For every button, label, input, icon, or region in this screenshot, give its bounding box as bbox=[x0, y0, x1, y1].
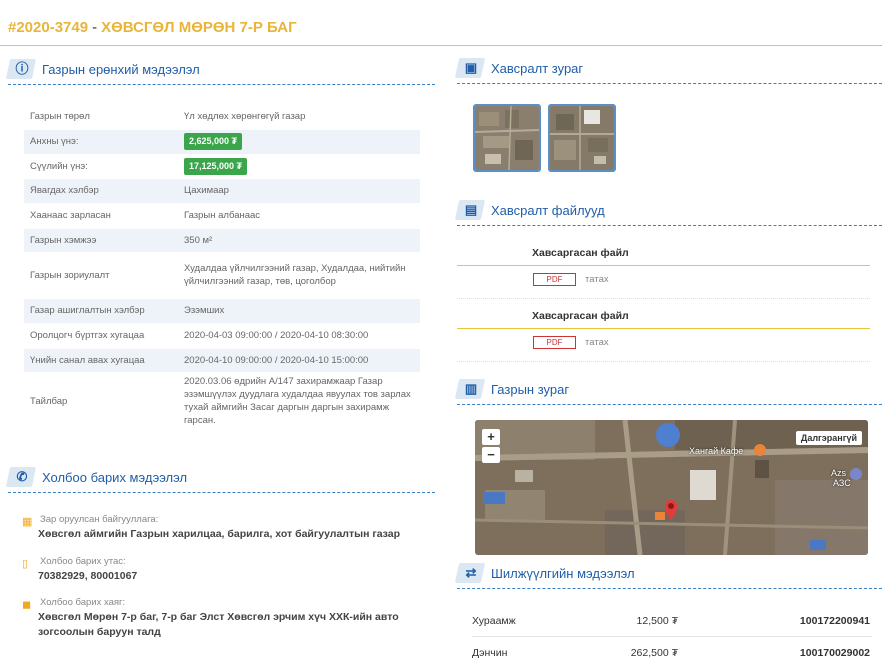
address-label: Холбоо барих хаяг: bbox=[40, 597, 126, 608]
table-row: Анхны үнэ: 2,625,000 ₮ bbox=[24, 129, 420, 155]
map-icon: ▥ bbox=[464, 381, 478, 396]
table-row: Үнийн санал авах хугацаа 2020-04-10 09:00… bbox=[24, 348, 420, 373]
download-link[interactable]: татах bbox=[585, 337, 609, 348]
row-key: Үнийн санал авах хугацаа bbox=[24, 348, 178, 373]
row-key: Газрын зориулалт bbox=[24, 252, 178, 299]
divider bbox=[457, 298, 870, 299]
transfer-row: Хураамж 12,500 ₮ 100172200941 bbox=[472, 607, 872, 637]
row-key: Анхны үнэ: bbox=[24, 129, 178, 155]
table-row: Хаанаас зарласан Газрын албанаас bbox=[24, 203, 420, 229]
table-row: Сүүлийн үнэ: 17,125,000 ₮ bbox=[24, 154, 420, 179]
attached-files-header: ▤ Хавсралт файлууд bbox=[454, 200, 882, 226]
table-row: Оролцогч бүртгэх хугацаа 2020-04-03 09:00… bbox=[24, 323, 420, 349]
map-place-label: АЗС bbox=[833, 478, 851, 488]
table-row: Газрын хэмжээ 350 м² bbox=[24, 228, 420, 253]
pdf-badge: PDF bbox=[533, 336, 576, 349]
zoom-in-button[interactable]: + bbox=[482, 429, 500, 445]
row-value: Үл хөдлөх хөрөнгөгүй газар bbox=[178, 105, 420, 130]
pin-icon: ◼ bbox=[22, 599, 32, 611]
map-type-button[interactable]: Далгэрангүй bbox=[795, 431, 862, 445]
row-key: Явагдах хэлбэр bbox=[24, 178, 178, 204]
image-icon: ▣ bbox=[464, 60, 478, 75]
map-place-label: Хангай Кафе bbox=[689, 446, 744, 456]
general-info-header: ⓘ Газрын ерөнхий мэдээлэл bbox=[5, 59, 435, 85]
org-label: Зар оруулсан байгууллага: bbox=[40, 514, 159, 525]
transfer-title: Шилжүүлгийн мэдээлэл bbox=[491, 566, 635, 581]
attached-images-header: ▣ Хавсралт зураг bbox=[454, 58, 882, 84]
row-value: Газрын албанаас bbox=[178, 203, 420, 229]
transfer-name: Хураамж bbox=[472, 615, 516, 627]
satellite-image bbox=[475, 106, 539, 170]
pdf-badge: PDF bbox=[533, 273, 576, 286]
row-value: Эзэмших bbox=[178, 298, 420, 324]
transfer-icon: ⇄ bbox=[465, 565, 477, 580]
row-key: Газар ашиглалтын хэлбэр bbox=[24, 298, 178, 324]
download-link[interactable]: татах bbox=[585, 274, 609, 285]
map-header: ▥ Газрын зураг bbox=[454, 379, 882, 405]
initial-price-badge: 2,625,000 ₮ bbox=[184, 133, 243, 150]
mobile-icon: ▯ bbox=[22, 558, 29, 570]
page-header: #2020-3749- ХӨВСГӨЛ МӨРӨН 7-Р БАГ bbox=[0, 0, 882, 46]
phone-value: 70382929, 80001067 bbox=[38, 570, 138, 582]
attachment-thumbnail[interactable] bbox=[548, 104, 616, 172]
row-key: Газрын төрөл bbox=[24, 105, 178, 130]
row-value: 2020-04-03 09:00:00 / 2020-04-10 08:30:0… bbox=[178, 323, 420, 349]
attachment-thumbnail[interactable] bbox=[473, 104, 541, 172]
transfer-row: Дэнчин 262,500 ₮ 100170029002 bbox=[472, 639, 872, 663]
transfer-name: Дэнчин bbox=[472, 647, 508, 659]
transfer-account: 100170029002 bbox=[799, 647, 870, 659]
row-key: Оролцогч бүртгэх хугацаа bbox=[24, 323, 178, 349]
transfer-account: 100172200941 bbox=[799, 615, 870, 627]
file-title: Хавсаргасан файл bbox=[532, 310, 629, 322]
table-row: Газрын төрөл Үл хөдлөх хөрөнгөгүй газар bbox=[24, 105, 420, 130]
land-map[interactable]: + − Далгэрангүй Хангай Кафе Azs АЗС bbox=[475, 420, 868, 555]
row-value: Худалдаа үйлчилгээний газар, Худалдаа, н… bbox=[178, 252, 420, 299]
map-title: Газрын зураг bbox=[491, 382, 570, 397]
row-value: 2020.03.06 өдрийн А/147 захирамжаар Газа… bbox=[178, 372, 420, 431]
table-row: Явагдах хэлбэр Цахимаар bbox=[24, 178, 420, 204]
divider bbox=[457, 361, 870, 362]
file-divider bbox=[457, 265, 870, 266]
file-title: Хавсаргасан файл bbox=[532, 247, 629, 259]
last-price-badge: 17,125,000 ₮ bbox=[184, 157, 248, 175]
row-value: 2020-04-10 09:00:00 / 2020-04-10 15:00:0… bbox=[178, 348, 420, 373]
row-key: Сүүлийн үнэ: bbox=[24, 154, 178, 179]
transfer-amount: 262,500 ₮ bbox=[630, 647, 678, 659]
address-value: Хөвсгөл Мөрөн 7-р баг, 7-р баг Элст Хөвс… bbox=[38, 611, 399, 638]
contact-header: ✆ Холбоо барих мэдээлэл bbox=[5, 467, 435, 493]
auction-location: ХӨВСГӨЛ МӨРӨН 7-Р БАГ bbox=[101, 19, 297, 36]
table-row: Газар ашиглалтын хэлбэр Эзэмших bbox=[24, 298, 420, 324]
transfer-amount: 12,500 ₮ bbox=[636, 615, 678, 627]
table-row: Газрын зориулалт Худалдаа үйлчилгээний га… bbox=[24, 252, 420, 299]
info-icon: ⓘ bbox=[15, 61, 29, 76]
zoom-out-button[interactable]: − bbox=[482, 447, 500, 463]
auction-code: #2020-3749 bbox=[8, 19, 89, 36]
contact-title: Холбоо барих мэдээлэл bbox=[42, 470, 188, 485]
row-value: 350 м² bbox=[178, 228, 420, 253]
row-value: Цахимаар bbox=[178, 178, 420, 204]
transfer-header: ⇄ Шилжүүлгийн мэдээлэл bbox=[454, 563, 882, 589]
satellite-image bbox=[550, 106, 614, 170]
table-row: Тайлбар 2020.03.06 өдрийн А/147 захирамжа… bbox=[24, 372, 420, 431]
phone-icon: ✆ bbox=[16, 469, 28, 484]
file-divider bbox=[457, 328, 870, 329]
row-key: Хаанаас зарласан bbox=[24, 203, 178, 229]
building-icon: ▦ bbox=[22, 516, 33, 528]
phone-label: Холбоо барих утас: bbox=[40, 556, 126, 567]
attached-files-title: Хавсралт файлууд bbox=[491, 203, 605, 218]
general-info-table: Газрын төрөл Үл хөдлөх хөрөнгөгүй газар А… bbox=[24, 105, 420, 431]
file-icon: ▤ bbox=[464, 202, 478, 217]
org-value: Хөвсгөл аймгийн Газрын харилцаа, барилга… bbox=[38, 528, 401, 540]
title-separator: - bbox=[92, 19, 98, 36]
page-title: #2020-3749- ХӨВСГӨЛ МӨРӨН 7-Р БАГ bbox=[8, 19, 297, 36]
general-info-title: Газрын ерөнхий мэдээлэл bbox=[42, 62, 200, 77]
row-key: Газрын хэмжээ bbox=[24, 228, 178, 253]
row-key: Тайлбар bbox=[24, 372, 178, 431]
attached-images-title: Хавсралт зураг bbox=[491, 61, 584, 76]
map-place-label: Azs bbox=[831, 468, 847, 478]
